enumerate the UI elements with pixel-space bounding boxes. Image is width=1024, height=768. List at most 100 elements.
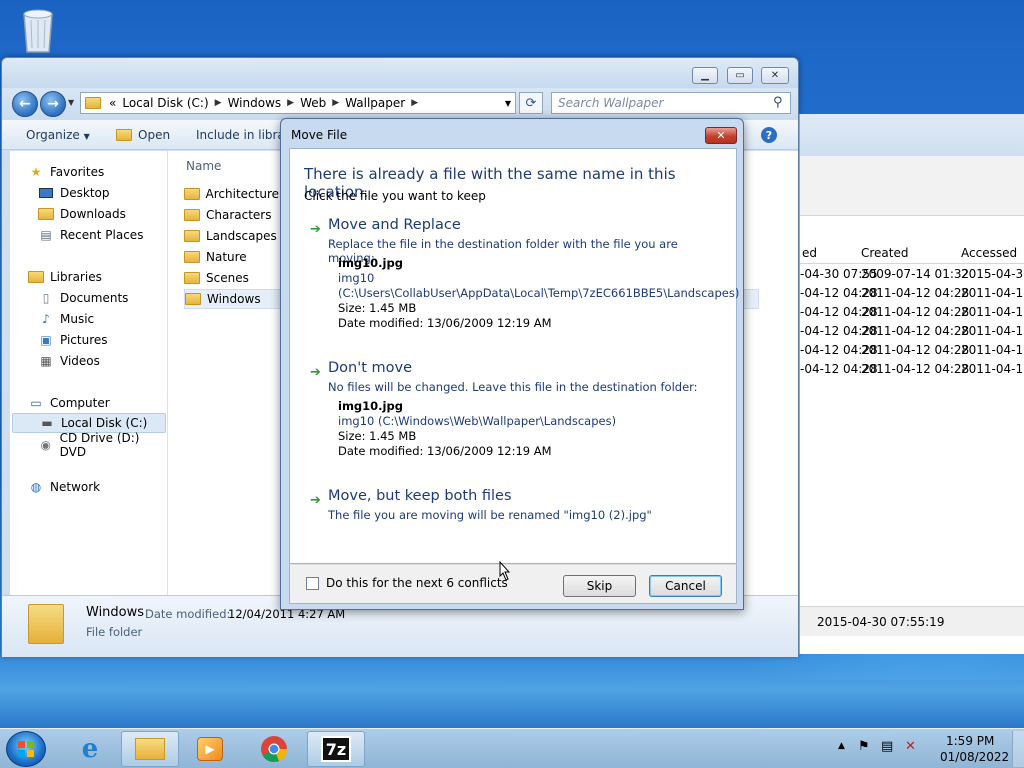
organize-label: Organize [26,128,80,142]
table-row[interactable]: -04-30 07:552009-07-14 01:322015-04-30 0 [800,265,1024,284]
dont-move-option[interactable]: ➔ Don't move No files will be changed. L… [300,360,728,460]
refresh-button[interactable]: ⟳ [519,92,543,114]
folder-icon [184,251,200,263]
table-row[interactable]: -04-12 04:282011-04-12 04:282011-04-12 0 [800,360,1024,379]
videos-icon: ▦ [40,354,52,368]
dialog-close-button[interactable]: ✕ [705,127,737,144]
volume-muted-icon[interactable]: ✕ [905,739,916,754]
chevron-right-icon[interactable]: ▶ [332,98,339,108]
show-desktop-button[interactable] [1012,731,1024,767]
cell-created: 2011-04-12 04:28 [861,305,970,319]
breadcrumb-wallpaper[interactable]: Wallpaper [345,96,405,110]
address-bar[interactable]: « Local Disk (C:) ▶ Windows ▶ Web ▶ Wall… [80,92,516,114]
address-dropdown-icon[interactable]: ▼ [505,99,511,108]
back-button[interactable]: ← [12,91,38,117]
list-item[interactable]: Nature [184,247,279,267]
details-type: File folder [86,625,143,639]
search-icon[interactable]: ⚲ [773,95,783,110]
network-status-icon[interactable]: ▤ [881,739,893,754]
clock-time[interactable]: 1:59 PM [946,734,994,748]
recent-places-icon: ▤ [40,228,52,242]
recent-pages-dropdown[interactable]: ▼ [68,98,74,107]
folder-open-icon [116,129,132,141]
file-modified: Date modified: 13/06/2009 12:19 AM [338,316,552,330]
taskbar: e ▶ 7z ▲ ⚑ ▤ ✕ 1:59 PM 01/08/2022 [0,728,1024,768]
open-button[interactable]: Open [116,128,170,142]
table-row[interactable]: -04-12 04:282011-04-12 04:282011-04-12 0 [800,341,1024,360]
hard-drive-icon: ▬ [41,416,53,430]
column-header-accessed[interactable]: Accessed [961,246,1017,260]
maximize-button[interactable]: ▭ [727,67,753,84]
chevron-right-icon[interactable]: ▶ [215,98,222,108]
forward-button[interactable]: → [40,91,66,117]
list-item[interactable]: Scenes [184,268,279,288]
nav-libraries[interactable]: Libraries [28,267,102,287]
breadcrumb-local-disk[interactable]: Local Disk (C:) [122,96,208,110]
recycle-bin-icon[interactable] [18,6,58,54]
minimize-button[interactable]: ▁ [692,67,718,84]
apply-to-all-label[interactable]: Do this for the next 6 conflicts [326,576,508,590]
breadcrumb-overflow[interactable]: « [109,96,116,110]
taskbar-internet-explorer[interactable]: e [61,731,119,767]
cell-accessed: 2011-04-12 0 [961,324,1024,338]
move-and-replace-option[interactable]: ➔ Move and Replace Replace the file in t… [300,217,739,333]
list-item[interactable]: Architecture [184,184,279,204]
table-row[interactable]: -04-12 04:282011-04-12 04:282011-04-12 0 [800,322,1024,341]
organize-button[interactable]: Organize ▼ [26,128,90,142]
nav-label: Music [60,312,95,326]
cell-accessed: 2011-04-12 0 [961,343,1024,357]
chevron-right-icon[interactable]: ▶ [411,98,418,108]
internet-explorer-icon: e [81,734,99,764]
nav-recent-places[interactable]: ▤ Recent Places [38,225,143,245]
taskbar-chrome[interactable] [245,731,303,767]
nav-desktop[interactable]: Desktop [38,183,110,203]
action-center-flag-icon[interactable]: ⚑ [858,739,870,754]
folder-icon [184,272,200,284]
downloads-folder-icon [38,207,54,221]
nav-label: CD Drive (D:) DVD [59,431,140,459]
nav-cd-drive[interactable]: ◉ CD Drive (D:) DVD [38,431,167,459]
cancel-button[interactable]: Cancel [649,575,722,597]
table-row[interactable]: -04-12 04:282011-04-12 04:282011-04-12 0 [800,284,1024,303]
apply-to-all-checkbox[interactable] [306,577,319,590]
clock-date[interactable]: 01/08/2022 [940,750,1009,764]
breadcrumb-windows[interactable]: Windows [228,96,282,110]
chevron-right-icon[interactable]: ▶ [287,98,294,108]
media-player-icon: ▶ [197,737,223,761]
cell-created: 2011-04-12 04:28 [861,362,970,376]
table-row[interactable]: -04-12 04:282011-04-12 04:282011-04-12 0 [800,303,1024,322]
list-item[interactable]: Landscapes [184,226,279,246]
search-input[interactable]: Search Wallpaper [551,92,791,114]
background-window-header: ed Created Accessed [800,242,1024,264]
file-title: img10 [338,271,375,285]
nav-network[interactable]: ◍ Network [28,477,100,497]
taskbar-media-player[interactable]: ▶ [181,731,239,767]
taskbar-7zip[interactable]: 7z [307,731,365,767]
column-header-modified[interactable]: ed [802,246,817,260]
nav-music[interactable]: ♪ Music [38,309,94,329]
nav-videos[interactable]: ▦ Videos [38,351,100,371]
include-in-library-button[interactable]: Include in library [196,128,280,142]
nav-documents[interactable]: ▯ Documents [38,288,129,308]
chrome-icon [261,736,287,763]
column-header-created[interactable]: Created [861,246,909,260]
show-hidden-icons-button[interactable]: ▲ [838,741,845,751]
help-icon[interactable]: ? [761,127,777,143]
close-button[interactable]: ✕ [761,67,789,84]
breadcrumb-web[interactable]: Web [300,96,326,110]
list-item[interactable]: Characters [184,205,279,225]
nav-pictures[interactable]: ▣ Pictures [38,330,107,350]
keep-both-option[interactable]: ➔ Move, but keep both files The file you… [300,488,728,528]
nav-favorites[interactable]: ★ Favorites [28,162,105,182]
nav-computer[interactable]: ▭ Computer [28,393,109,413]
start-button[interactable] [6,731,46,767]
skip-button[interactable]: Skip [563,575,636,597]
nav-downloads[interactable]: Downloads [38,204,126,224]
folder-name: Architecture [205,187,279,201]
folder-icon [184,188,200,200]
background-window: ed Created Accessed -04-30 07:55 2009-07-… [799,114,1024,654]
taskbar-windows-explorer[interactable] [121,731,179,767]
nav-local-disk[interactable]: ▬ Local Disk (C:) [12,413,166,433]
option-description: The file you are moving will be renamed … [328,508,652,522]
column-header-name[interactable]: Name [186,159,221,173]
